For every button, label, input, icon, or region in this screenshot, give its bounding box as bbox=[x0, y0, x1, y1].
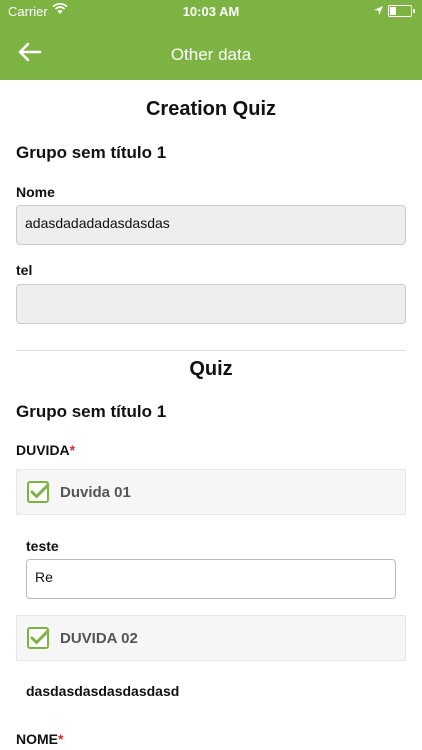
nav-bar: Other data bbox=[0, 22, 422, 80]
nome-question-text: NOME bbox=[16, 731, 58, 747]
top-bar: Carrier 10:03 AM Other data bbox=[0, 0, 422, 80]
duvida-label: DUVIDA* bbox=[16, 442, 75, 458]
option-duvida-01[interactable]: Duvida 01 bbox=[16, 469, 406, 515]
checkbox-checked-icon[interactable] bbox=[27, 481, 50, 503]
option-label: DUVIDA 02 bbox=[60, 630, 138, 647]
teste-label: teste bbox=[26, 538, 59, 554]
nome-label: Nome bbox=[16, 184, 55, 200]
quiz-title: Quiz bbox=[189, 358, 233, 380]
option-label: Duvida 01 bbox=[60, 484, 131, 501]
status-bar: Carrier 10:03 AM bbox=[0, 0, 422, 22]
required-mark: * bbox=[69, 442, 76, 458]
nome-question-label: NOME* bbox=[16, 731, 63, 747]
required-mark: * bbox=[58, 731, 64, 747]
checkbox-checked-icon[interactable] bbox=[27, 627, 50, 649]
option-duvida-02[interactable]: DUVIDA 02 bbox=[16, 615, 406, 661]
nome-field-value: adasdadadadasdasdas bbox=[25, 215, 170, 231]
tel-label: tel bbox=[16, 262, 33, 278]
section-divider bbox=[16, 350, 406, 351]
nome-field[interactable]: adasdadadadasdasdas bbox=[16, 205, 406, 245]
tel-field[interactable] bbox=[16, 284, 406, 324]
location-icon bbox=[373, 4, 384, 19]
page-title: Other data bbox=[170, 45, 252, 64]
duvida-02-text: dasdasdasdasdasdasd bbox=[26, 683, 180, 699]
battery-icon bbox=[388, 5, 415, 17]
creation-group-title: Grupo sem título 1 bbox=[16, 143, 167, 162]
status-time: 10:03 AM bbox=[182, 4, 240, 19]
teste-input-value: Re bbox=[35, 569, 53, 585]
quiz-group-title: Grupo sem título 1 bbox=[16, 402, 167, 421]
creation-quiz-title: Creation Quiz bbox=[145, 98, 276, 120]
teste-input[interactable]: Re bbox=[26, 559, 396, 599]
duvida-label-text: DUVIDA bbox=[16, 442, 70, 458]
